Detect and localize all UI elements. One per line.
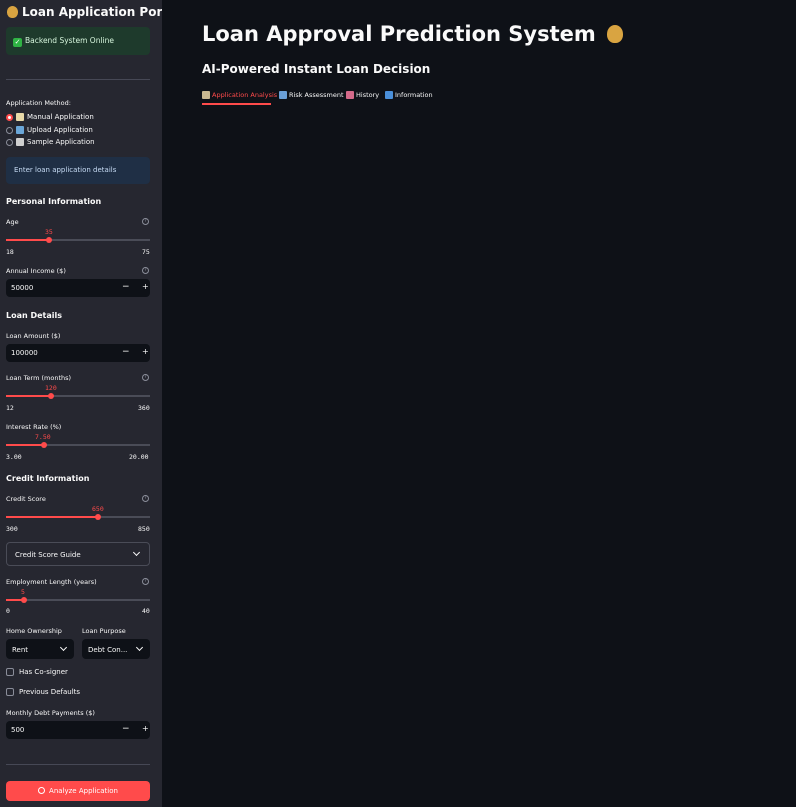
age-slider-value: 35	[45, 228, 53, 236]
sidebar-title: Loan Application Portal	[7, 5, 180, 19]
home-ownership-select[interactable]: Rent	[6, 639, 74, 659]
home-ownership-label: Home Ownership	[6, 627, 62, 635]
tab-application-analysis[interactable]: Application Analysis	[202, 91, 277, 99]
divider	[6, 79, 150, 80]
section-personal-information: Personal Information	[6, 197, 102, 206]
clipboard-icon	[202, 91, 210, 99]
slider-thumb[interactable]	[95, 514, 101, 520]
age-slider-max: 75	[142, 248, 150, 256]
credit-score-guide-expander[interactable]: Credit Score Guide	[6, 542, 150, 566]
radio-upload-application[interactable]: Upload Application	[6, 125, 93, 135]
loan-term-slider-max: 360	[138, 404, 150, 412]
section-credit-information: Credit Information	[6, 474, 90, 483]
tab-history[interactable]: History	[346, 91, 379, 99]
radio-unselected-icon[interactable]	[6, 138, 13, 146]
tab-information[interactable]: Information	[385, 91, 433, 99]
slider-thumb[interactable]	[21, 597, 27, 603]
magnifier-icon	[38, 787, 46, 794]
employment-length-slider[interactable]	[6, 597, 150, 603]
interest-rate-slider-value: 7.50	[35, 433, 51, 441]
slider-fill	[6, 395, 51, 397]
checkmark-icon: ✓	[13, 38, 22, 47]
credit-score-slider-max: 850	[138, 525, 150, 533]
age-slider-min: 18	[6, 248, 14, 256]
annual-income-label: Annual Income ($)	[6, 267, 66, 275]
money-bag-icon	[607, 25, 624, 43]
credit-score-slider-value: 650	[92, 505, 104, 513]
folder-icon	[16, 126, 24, 134]
help-icon[interactable]: ?	[142, 374, 149, 381]
chevron-down-icon	[135, 643, 144, 652]
checkbox-icon[interactable]	[6, 688, 14, 696]
loan-purpose-select[interactable]: Debt Con...	[82, 639, 150, 659]
employment-length-label: Employment Length (years)	[6, 578, 97, 586]
credit-score-label: Credit Score	[6, 495, 46, 503]
loan-term-slider-min: 12	[6, 404, 14, 412]
age-slider[interactable]	[6, 237, 150, 243]
application-method-label: Application Method:	[6, 99, 71, 107]
active-tab-indicator	[202, 103, 271, 105]
loan-purpose-label: Loan Purpose	[82, 627, 126, 635]
annual-income-input[interactable]: 50000 − +	[6, 279, 150, 297]
employment-length-slider-max: 40	[142, 607, 150, 615]
monthly-debt-label: Monthly Debt Payments ($)	[6, 709, 95, 717]
analyze-application-button[interactable]: Analyze Application	[6, 781, 150, 801]
dice-icon	[16, 138, 24, 146]
employment-length-slider-value: 5	[21, 588, 25, 596]
radio-selected-icon[interactable]	[6, 113, 13, 121]
credit-score-slider[interactable]	[6, 514, 150, 520]
sidebar: Loan Application Portal ✓ Backend System …	[0, 0, 180, 807]
increment-button[interactable]: +	[142, 282, 149, 291]
previous-defaults-checkbox[interactable]: Previous Defaults	[6, 688, 80, 696]
age-label: Age	[6, 218, 19, 226]
decrement-button[interactable]: −	[122, 347, 130, 357]
chevron-down-icon	[59, 643, 68, 652]
loan-term-slider-value: 120	[45, 384, 57, 392]
decrement-button[interactable]: −	[122, 282, 130, 292]
section-loan-details: Loan Details	[6, 311, 63, 320]
line-chart-icon	[346, 91, 354, 99]
increment-button[interactable]: +	[142, 724, 149, 733]
monthly-debt-input[interactable]: 500 − +	[6, 721, 150, 739]
help-icon[interactable]: ?	[142, 218, 149, 225]
bar-chart-icon	[279, 91, 287, 99]
has-cosigner-checkbox[interactable]: Has Co-signer	[6, 668, 68, 676]
chevron-down-icon	[132, 548, 141, 557]
interest-rate-slider-min: 3.00	[6, 453, 22, 461]
decrement-button[interactable]: −	[122, 724, 130, 734]
radio-unselected-icon[interactable]	[6, 126, 13, 134]
interest-rate-label: Interest Rate (%)	[6, 423, 62, 431]
interest-rate-slider-max: 20.00	[129, 453, 149, 461]
increment-button[interactable]: +	[142, 347, 149, 356]
interest-rate-slider[interactable]	[6, 442, 150, 448]
checkbox-icon[interactable]	[6, 668, 14, 676]
info-icon	[385, 91, 393, 99]
radio-sample-application[interactable]: Sample Application	[6, 137, 95, 147]
slider-thumb[interactable]	[48, 393, 54, 399]
page-subtitle: AI-Powered Instant Loan Decision	[202, 62, 431, 76]
money-bag-icon	[7, 6, 18, 18]
info-box: Enter loan application details	[6, 157, 150, 184]
slider-fill	[6, 444, 44, 446]
main-content: Loan Approval Prediction System AI-Power…	[162, 0, 796, 807]
help-icon[interactable]: ?	[142, 267, 149, 274]
loan-term-label: Loan Term (months)	[6, 374, 72, 382]
credit-score-slider-min: 300	[6, 525, 18, 533]
page-title: Loan Approval Prediction System	[202, 22, 624, 46]
slider-fill	[6, 516, 98, 518]
loan-term-slider[interactable]	[6, 393, 150, 399]
help-icon[interactable]: ?	[142, 495, 149, 502]
slider-fill	[6, 239, 49, 241]
loan-amount-label: Loan Amount ($)	[6, 332, 61, 340]
employment-length-slider-min: 0	[6, 607, 10, 615]
loan-amount-input[interactable]: 100000 − +	[6, 344, 150, 362]
radio-manual-application[interactable]: Manual Application	[6, 112, 94, 122]
slider-thumb[interactable]	[41, 442, 47, 448]
divider	[6, 764, 150, 765]
memo-icon	[16, 113, 24, 121]
slider-thumb[interactable]	[46, 237, 52, 243]
tab-risk-assessment[interactable]: Risk Assessment	[279, 91, 344, 99]
backend-status-box: ✓ Backend System Online	[6, 27, 150, 55]
help-icon[interactable]: ?	[142, 578, 149, 585]
